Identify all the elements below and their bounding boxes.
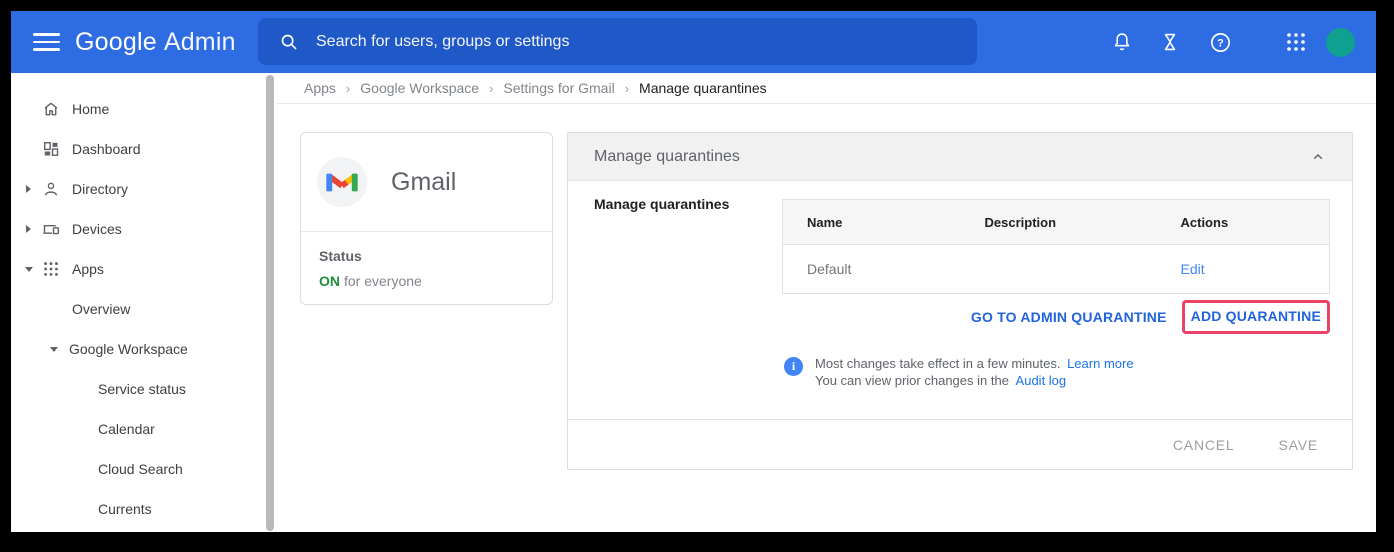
notifications-bell-icon[interactable] (1102, 22, 1142, 62)
search-input[interactable] (316, 33, 916, 51)
go-to-admin-quarantine-button[interactable]: GO TO ADMIN QUARANTINE (971, 309, 1167, 325)
sidebar-item-overview[interactable]: Overview (11, 289, 266, 329)
breadcrumb-separator: › (489, 81, 493, 96)
sidebar-item-calendar[interactable]: Calendar (11, 409, 266, 449)
sidebar-label: Overview (72, 301, 130, 317)
google-admin-logo: Google Admin (75, 11, 236, 73)
quarantines-table: Name Description Actions Default Edit (782, 199, 1330, 294)
table-row: Default Edit (783, 245, 1330, 294)
breadcrumb-current: Manage quarantines (639, 80, 767, 96)
info-line-2: You can view prior changes in the Audit … (815, 372, 1134, 389)
sidebar-label: Google Workspace (69, 341, 188, 357)
expand-right-icon[interactable] (19, 225, 38, 233)
breadcrumb-settings-for-gmail[interactable]: Settings for Gmail (503, 80, 614, 96)
topbar-actions: ? (1102, 11, 1376, 73)
account-avatar[interactable] (1326, 28, 1355, 57)
google-apps-grid-icon[interactable] (1276, 22, 1316, 62)
logo-admin-text: Admin (164, 28, 236, 57)
left-navigation: Home Dashboard Directory (11, 73, 266, 532)
sidebar-label: Currents (98, 501, 152, 517)
edit-link[interactable]: Edit (1181, 261, 1205, 277)
sidebar-label: Cloud Search (98, 461, 183, 477)
admin-console-window: Google Admin (11, 11, 1376, 532)
cancel-button[interactable]: CANCEL (1173, 437, 1235, 453)
breadcrumb-google-workspace[interactable]: Google Workspace (360, 80, 479, 96)
sidebar-label: Calendar (98, 421, 155, 437)
audit-log-link[interactable]: Audit log (1016, 373, 1067, 388)
devices-icon (41, 219, 61, 239)
breadcrumb-apps[interactable]: Apps (304, 80, 336, 96)
status-scope: for everyone (344, 273, 422, 289)
sidebar-item-cloud-search[interactable]: Cloud Search (11, 449, 266, 489)
sidebar-scrollbar[interactable] (266, 75, 274, 531)
gmail-logo-icon (317, 157, 367, 207)
sidebar-label: Service status (98, 381, 186, 397)
status-on-badge: ON (319, 273, 340, 289)
search-icon (278, 31, 300, 53)
info-note: i Most changes take effect in a few minu… (784, 355, 1134, 389)
sidebar-item-apps[interactable]: Apps (11, 249, 266, 289)
manage-quarantines-card: Manage quarantines Manage quarantines Na… (567, 132, 1353, 470)
breadcrumb: Apps › Google Workspace › Settings for G… (277, 73, 1376, 104)
hourglass-pending-tasks-icon[interactable] (1150, 22, 1190, 62)
person-icon (41, 179, 61, 199)
setting-name-label: Manage quarantines (594, 196, 729, 212)
column-header-actions: Actions (1157, 200, 1330, 245)
status-label: Status (319, 248, 552, 264)
save-button[interactable]: SAVE (1278, 437, 1318, 453)
sidebar-item-google-workspace[interactable]: Google Workspace (11, 329, 266, 369)
breadcrumb-separator: › (625, 81, 629, 96)
gmail-status-block: Status ONfor everyone (301, 232, 552, 289)
collapse-down-icon[interactable] (19, 267, 38, 272)
sidebar-label: Devices (72, 221, 122, 237)
column-header-name: Name (783, 200, 961, 245)
sidebar-item-directory[interactable]: Directory (11, 169, 266, 209)
table-header-row: Name Description Actions (783, 200, 1330, 245)
help-icon[interactable]: ? (1200, 22, 1240, 62)
breadcrumb-separator: › (346, 81, 350, 96)
gmail-card-header: Gmail (301, 133, 552, 232)
search-bar[interactable] (258, 18, 977, 65)
top-app-bar: Google Admin (11, 11, 1376, 73)
learn-more-link[interactable]: Learn more (1067, 356, 1133, 371)
annotation-highlight-box: ADD QUARANTINE (1182, 300, 1330, 334)
quarantine-name-cell: Default (783, 245, 961, 294)
sidebar-item-dashboard[interactable]: Dashboard (11, 129, 266, 169)
gmail-app-card: Gmail Status ONfor everyone (300, 132, 553, 305)
collapse-down-icon[interactable] (46, 347, 61, 352)
sidebar-item-devices[interactable]: Devices (11, 209, 266, 249)
info-line-1: Most changes take effect in a few minute… (815, 355, 1134, 372)
quarantine-actions-row: GO TO ADMIN QUARANTINE ADD QUARANTINE (568, 300, 1352, 334)
sidebar-item-home[interactable]: Home (11, 89, 266, 129)
column-header-description: Description (961, 200, 1157, 245)
logo-google-text: Google (75, 28, 157, 57)
dashboard-icon (41, 139, 61, 159)
chevron-up-icon[interactable] (1304, 143, 1332, 171)
sidebar-label: Dashboard (72, 141, 141, 157)
add-quarantine-button[interactable]: ADD QUARANTINE (1191, 308, 1321, 324)
apps-grid-icon (41, 259, 61, 279)
menu-icon[interactable] (33, 30, 60, 54)
quarantine-description-cell (961, 245, 1157, 294)
sidebar-label: Apps (72, 261, 104, 277)
expand-right-icon[interactable] (19, 185, 38, 193)
svg-text:?: ? (1217, 37, 1224, 49)
card-header[interactable]: Manage quarantines (568, 133, 1352, 181)
gmail-app-name: Gmail (391, 168, 456, 197)
card-title: Manage quarantines (594, 148, 740, 166)
info-icon: i (784, 357, 803, 376)
sidebar-label: Home (72, 101, 109, 117)
home-icon (41, 99, 61, 119)
card-footer: CANCEL SAVE (568, 419, 1352, 469)
sidebar-item-currents[interactable]: Currents (11, 489, 266, 529)
sidebar-item-service-status[interactable]: Service status (11, 369, 266, 409)
status-value: ONfor everyone (319, 273, 552, 289)
sidebar-label: Directory (72, 181, 128, 197)
